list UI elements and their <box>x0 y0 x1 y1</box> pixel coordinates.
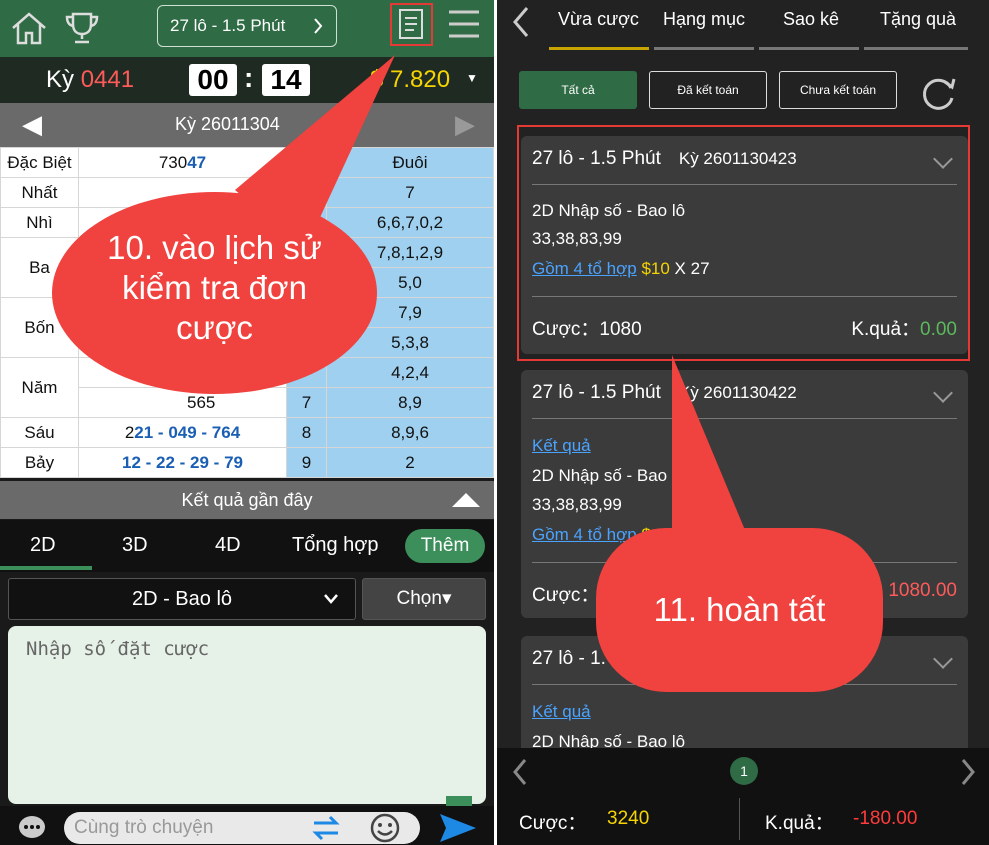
callout-tails <box>235 55 770 610</box>
callout-step-10: 10. vào lịch sử kiểm tra đơn cược <box>52 192 377 394</box>
callout-step-11: 11. hoàn tất <box>596 528 883 692</box>
